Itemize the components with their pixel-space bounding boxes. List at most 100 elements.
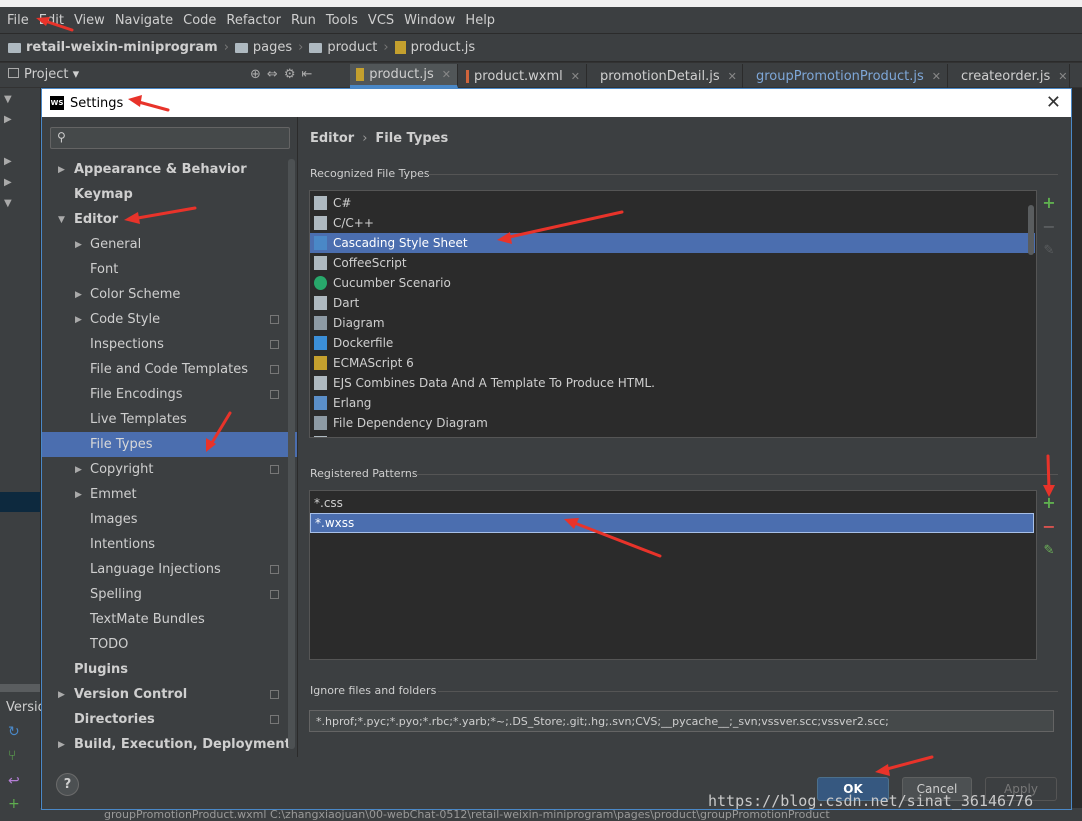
horizontal-scrollbar[interactable]: [0, 684, 40, 692]
collapse-arrow-icon[interactable]: ▶: [75, 240, 82, 250]
menu-navigate[interactable]: Navigate: [110, 13, 178, 28]
settings-tree-item[interactable]: Spelling: [42, 582, 292, 607]
file-type-row[interactable]: EJS Combines Data And A Template To Prod…: [310, 373, 1035, 393]
menu-vcs[interactable]: VCS: [363, 13, 399, 28]
menu-help[interactable]: Help: [460, 13, 500, 28]
settings-tree-item[interactable]: Font: [42, 257, 292, 282]
project-tool-tab[interactable]: Project ▾: [8, 67, 79, 82]
search-input[interactable]: [75, 130, 275, 146]
tree-scrollbar[interactable]: [288, 159, 295, 749]
close-icon[interactable]: ✕: [932, 70, 941, 83]
settings-tree-item[interactable]: File and Code Templates: [42, 357, 292, 382]
remove-file-type-button[interactable]: −: [1039, 217, 1059, 236]
chevron-down-icon[interactable]: ▾: [73, 67, 80, 82]
tree-collapse-icon[interactable]: ▶: [4, 156, 12, 167]
collapse-arrow-icon[interactable]: ▶: [75, 465, 82, 475]
file-type-row[interactable]: C#: [310, 193, 1035, 213]
settings-tree-item[interactable]: ▶ General: [42, 232, 292, 257]
settings-tree-item[interactable]: File Types: [42, 432, 297, 457]
target-icon[interactable]: ⊕: [250, 67, 267, 82]
menu-run[interactable]: Run: [286, 13, 321, 28]
gear-icon[interactable]: ⚙: [284, 67, 302, 82]
settings-tree-item[interactable]: ▼ Editor: [42, 207, 292, 232]
settings-tree-item[interactable]: Language Injections: [42, 557, 292, 582]
settings-tree-item[interactable]: TODO: [42, 632, 292, 657]
close-icon[interactable]: ✕: [1046, 92, 1061, 113]
file-type-row[interactable]: C/C++: [310, 213, 1035, 233]
settings-tree-item[interactable]: ▶ Appearance & Behavior: [42, 157, 292, 182]
collapse-arrow-icon[interactable]: ▶: [58, 740, 65, 750]
edit-file-type-button[interactable]: ✎: [1039, 243, 1059, 258]
file-type-row[interactable]: Files Opened In Associated Applications: [310, 433, 1035, 437]
editor-tab[interactable]: product.wxml ✕: [460, 64, 587, 88]
file-type-row[interactable]: CoffeeScript: [310, 253, 1035, 273]
list-scrollbar[interactable]: [1028, 205, 1034, 255]
refresh-icon[interactable]: ↻: [8, 724, 20, 740]
settings-tree-item[interactable]: ▶ Copyright: [42, 457, 292, 482]
tree-collapse-icon[interactable]: ▶: [4, 114, 12, 125]
breadcrumb-project[interactable]: retail-weixin-miniprogram: [8, 40, 218, 55]
collapse-icon[interactable]: ⇔: [267, 67, 284, 82]
file-type-row[interactable]: Diagram: [310, 313, 1035, 333]
branch-icon[interactable]: ⑂: [8, 748, 16, 764]
close-icon[interactable]: ✕: [571, 70, 580, 83]
breadcrumb-pages[interactable]: pages: [234, 40, 292, 55]
close-icon[interactable]: ✕: [1058, 70, 1067, 83]
add-file-type-button[interactable]: +: [1039, 193, 1059, 212]
settings-tree-item[interactable]: ▶ Version Control: [42, 682, 292, 707]
version-control-tab[interactable]: Versio: [6, 700, 46, 715]
settings-tree-item[interactable]: Inspections: [42, 332, 292, 357]
editor-tab[interactable]: groupPromotionProduct.js ✕: [745, 64, 948, 88]
settings-tree-item[interactable]: ▶ Build, Execution, Deployment: [42, 732, 292, 757]
menu-tools[interactable]: Tools: [321, 13, 363, 28]
collapse-arrow-icon[interactable]: ▶: [58, 165, 65, 175]
menu-file[interactable]: File: [2, 13, 34, 28]
edit-pattern-button[interactable]: ✎: [1039, 543, 1059, 558]
file-type-row[interactable]: File Dependency Diagram: [310, 413, 1035, 433]
recognized-file-types-list[interactable]: Files Opened In Associated Applications F…: [309, 190, 1037, 438]
settings-tree-item[interactable]: Directories: [42, 707, 292, 732]
file-type-row[interactable]: Dart: [310, 293, 1035, 313]
tree-expand-icon[interactable]: ▼: [4, 198, 12, 209]
remove-pattern-button[interactable]: −: [1039, 517, 1059, 536]
settings-tree-item[interactable]: ▶ Emmet: [42, 482, 292, 507]
file-type-row[interactable]: Cascading Style Sheet: [310, 233, 1035, 253]
file-type-row[interactable]: ECMAScript 6: [310, 353, 1035, 373]
collapse-arrow-icon[interactable]: ▶: [75, 315, 82, 325]
editor-tab[interactable]: createorder.js ✕: [950, 64, 1070, 88]
file-type-row[interactable]: Erlang: [310, 393, 1035, 413]
settings-tree-item[interactable]: Live Templates: [42, 407, 292, 432]
collapse-arrow-icon[interactable]: ▶: [75, 290, 82, 300]
menu-edit[interactable]: Edit: [34, 13, 69, 28]
settings-tree-item[interactable]: ▶ Code Style: [42, 307, 292, 332]
breadcrumb-file[interactable]: product.js: [394, 40, 475, 55]
help-button[interactable]: ?: [56, 773, 79, 796]
pattern-row[interactable]: *.wxss: [310, 513, 1034, 533]
add-pattern-button[interactable]: +: [1039, 493, 1059, 512]
close-icon[interactable]: ✕: [442, 68, 451, 81]
menu-refactor[interactable]: Refactor: [221, 13, 286, 28]
settings-tree-item[interactable]: TextMate Bundles: [42, 607, 292, 632]
collapse-arrow-icon[interactable]: ▶: [75, 490, 82, 500]
settings-tree-item[interactable]: Plugins: [42, 657, 292, 682]
breadcrumb-product[interactable]: product: [309, 40, 377, 55]
settings-tree-item[interactable]: Keymap: [42, 182, 292, 207]
close-icon[interactable]: ✕: [728, 70, 737, 83]
menu-code[interactable]: Code: [178, 13, 221, 28]
menu-window[interactable]: Window: [399, 13, 460, 28]
hide-icon[interactable]: ⇤: [301, 67, 318, 82]
editor-tab[interactable]: product.js ✕: [350, 64, 458, 88]
expand-arrow-icon[interactable]: ▼: [58, 215, 65, 225]
settings-tree-item[interactable]: Images: [42, 507, 292, 532]
pattern-row[interactable]: *.css: [310, 493, 1034, 513]
settings-tree-item[interactable]: File Encodings: [42, 382, 292, 407]
tree-expand-icon[interactable]: ▼: [4, 94, 12, 105]
settings-search[interactable]: ⚲: [50, 127, 290, 149]
file-type-row[interactable]: Cucumber Scenario: [310, 273, 1035, 293]
registered-patterns-list[interactable]: *.css *.wxss: [309, 490, 1037, 660]
settings-tree-item[interactable]: ▶ Color Scheme: [42, 282, 292, 307]
menu-view[interactable]: View: [69, 13, 110, 28]
editor-tab[interactable]: promotionDetail.js ✕: [589, 64, 743, 88]
tree-collapse-icon[interactable]: ▶: [4, 177, 12, 188]
settings-tree-item[interactable]: Intentions: [42, 532, 292, 557]
